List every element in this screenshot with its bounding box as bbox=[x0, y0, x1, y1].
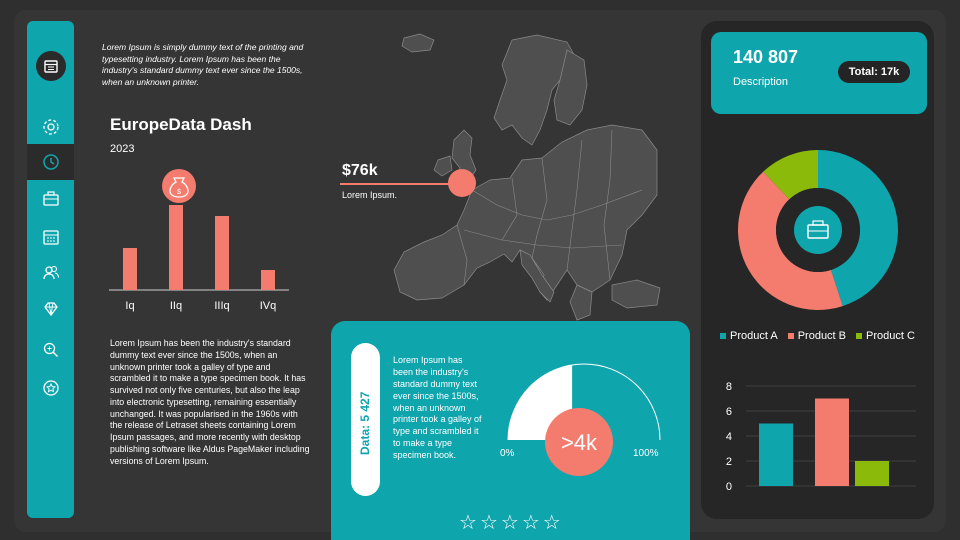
legend-label: Product C bbox=[866, 330, 915, 342]
y-tick-label: 6 bbox=[726, 406, 732, 418]
gauge-value: >4k bbox=[561, 430, 598, 455]
product-bar bbox=[815, 398, 849, 486]
clock-icon[interactable] bbox=[27, 144, 74, 180]
users-icon[interactable] bbox=[27, 255, 74, 291]
year-label: 2023 bbox=[110, 143, 135, 155]
toolbox-icon[interactable] bbox=[27, 181, 74, 217]
stat-description: Description bbox=[733, 76, 789, 88]
gauge-max-label: 100% bbox=[633, 448, 659, 459]
gauge-chart: >4k bbox=[507, 363, 661, 476]
calendar-icon[interactable] bbox=[36, 51, 66, 81]
intro-text: Lorem Ipsum is simply dummy text of the … bbox=[102, 42, 304, 87]
price-pointer-line bbox=[340, 183, 452, 185]
star-icon[interactable]: ☆ bbox=[501, 510, 520, 535]
star-icon[interactable]: ☆ bbox=[459, 510, 478, 535]
europe-map[interactable] bbox=[372, 30, 662, 330]
diamond-icon[interactable] bbox=[27, 291, 74, 327]
star-rating[interactable]: ☆ ☆ ☆ ☆ ☆ bbox=[459, 510, 564, 535]
data-label: Data: 5 427 bbox=[358, 391, 372, 455]
money-bag-icon bbox=[162, 169, 196, 203]
quarter-bar bbox=[261, 270, 275, 290]
price-marker[interactable] bbox=[448, 169, 476, 197]
y-tick-label: 8 bbox=[726, 381, 732, 393]
legend-item: Product A bbox=[720, 330, 778, 342]
page-title: EuropeData Dash bbox=[110, 115, 252, 134]
stat-value: 140 807 bbox=[733, 47, 799, 67]
sidebar bbox=[27, 21, 74, 518]
quarter-label: IVq bbox=[260, 300, 277, 312]
quarter-bar-chart: $ Iq IIq IIIq IVq bbox=[109, 169, 289, 312]
star-badge-icon[interactable] bbox=[27, 370, 74, 406]
quarter-label: Iq bbox=[125, 300, 134, 312]
legend-item: Product B bbox=[787, 330, 847, 342]
legend-label: Product B bbox=[797, 330, 847, 342]
map-price: $76k bbox=[342, 162, 378, 179]
quarter-bar bbox=[123, 248, 137, 290]
gauge-text: Lorem Ipsum has been the industry's stan… bbox=[393, 355, 482, 460]
quarter-label: IIIq bbox=[214, 300, 229, 312]
star-icon[interactable]: ☆ bbox=[522, 510, 541, 535]
gauge-min-label: 0% bbox=[500, 448, 515, 459]
body-paragraph: Lorem Ipsum has been the industry's stan… bbox=[110, 338, 310, 466]
quarter-label: IIq bbox=[170, 300, 182, 312]
star-icon[interactable]: ☆ bbox=[480, 510, 499, 535]
svg-text:$: $ bbox=[177, 189, 181, 196]
product-bar bbox=[759, 423, 793, 486]
total-badge: Total: 17k bbox=[838, 61, 910, 83]
legend-item: Product C bbox=[856, 330, 915, 342]
product-bar bbox=[855, 461, 889, 486]
donut-legend: Product A Product B Product C bbox=[720, 330, 915, 342]
star-icon[interactable]: ☆ bbox=[543, 510, 562, 535]
y-tick-label: 2 bbox=[726, 456, 732, 468]
y-tick-label: 0 bbox=[726, 481, 732, 493]
y-tick-label: 4 bbox=[726, 431, 732, 443]
zoom-icon[interactable] bbox=[27, 332, 74, 368]
quarter-bar bbox=[169, 205, 183, 290]
donut-chart bbox=[738, 150, 898, 310]
quarter-bar bbox=[215, 216, 229, 290]
product-bar-chart: 0 2 4 6 8 bbox=[726, 381, 916, 493]
legend-label: Product A bbox=[730, 330, 778, 342]
gear-icon[interactable] bbox=[27, 109, 74, 145]
map-caption: Lorem Ipsum. bbox=[342, 190, 398, 200]
calendar-icon[interactable] bbox=[27, 219, 74, 255]
donut-center bbox=[794, 206, 842, 254]
